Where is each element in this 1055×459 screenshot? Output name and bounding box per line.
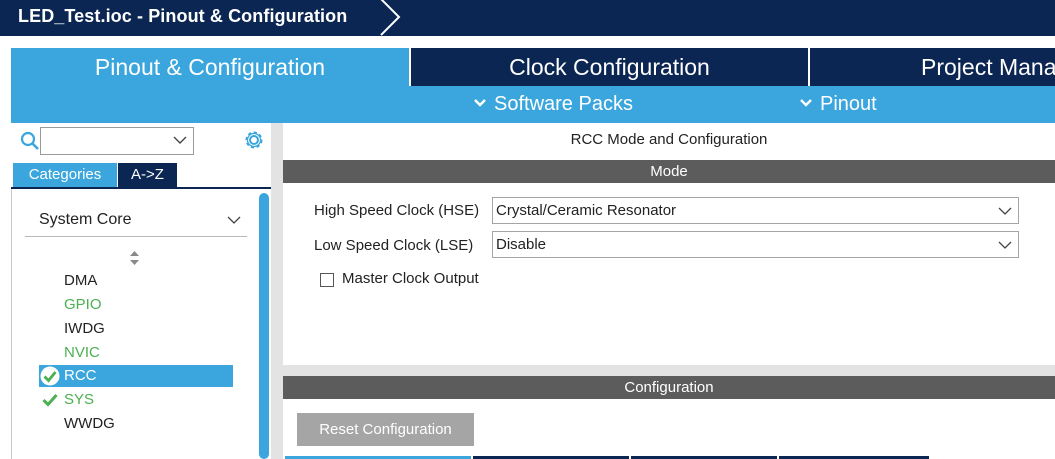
panel-splitter[interactable] [271,123,283,459]
lse-select[interactable]: Disable [492,231,1019,258]
hse-value: Crystal/Ceramic Resonator [496,202,677,219]
list-item-nvic[interactable]: NVIC [39,342,233,364]
chevron-down-icon[interactable] [998,207,1012,216]
list-item-label: NVIC [64,344,100,361]
tab-pinout-configuration[interactable]: Pinout & Configuration [11,48,409,86]
list-item-label: WWDG [64,415,115,432]
list-item-label: IWDG [64,320,105,337]
title-bar: LED_Test.ioc - Pinout & Configuration [0,0,1055,36]
master-clock-output-checkbox[interactable] [320,273,334,287]
list-item-dma[interactable]: DMA [39,270,233,292]
scrollbar[interactable] [259,193,269,459]
rcc-configuration-panel: RCC Mode and Configuration Mode High Spe… [283,123,1055,459]
lse-value: Disable [496,236,547,253]
list-item-label: GPIO [64,296,102,313]
check-circle-icon [40,366,60,386]
page-title: RCC Mode and Configuration [570,131,768,148]
pinout-menu[interactable]: Pinout [799,86,877,123]
group-system-core[interactable]: System Core [25,207,247,237]
breadcrumb-arrow-icon [380,0,401,36]
categories-panel: Categories A->Z System Core DMA GPIO IWD… [11,123,271,459]
chevron-down-icon[interactable] [227,216,241,225]
list-item-gpio[interactable]: GPIO [39,294,233,316]
list-item-sys[interactable]: SYS [39,389,233,411]
sub-toolbar: Software Packs Pinout [11,86,1055,123]
mode-section-header: Mode [283,160,1055,183]
chevron-down-icon[interactable] [173,136,187,145]
list-item-label: RCC [64,367,97,384]
tab-clock-configuration[interactable]: Clock Configuration [411,48,808,86]
tab-categories[interactable]: Categories [13,163,117,187]
group-label: System Core [39,211,132,228]
list-item-iwdg[interactable]: IWDG [39,318,233,340]
window-title: LED_Test.ioc - Pinout & Configuration [18,6,348,26]
hse-label: High Speed Clock (HSE) [314,202,480,219]
main-tabs: Pinout & Configuration Clock Configurati… [0,48,1055,86]
search-input[interactable] [40,127,194,155]
pinout-label: Pinout [820,93,877,115]
search-icon[interactable] [20,131,40,151]
section-divider [283,365,1055,376]
software-packs-label: Software Packs [494,93,633,115]
lse-label: Low Speed Clock (LSE) [314,237,474,254]
chevron-down-icon [474,99,486,107]
list-item-wwdg[interactable]: WWDG [39,413,233,435]
chevron-down-icon [800,99,812,107]
list-item-rcc[interactable]: RCC [39,365,233,387]
check-icon [42,393,58,407]
chevron-down-icon[interactable] [998,241,1012,250]
configuration-section-header: Configuration [283,376,1055,399]
list-item-label: SYS [64,391,95,408]
tab-project-manager[interactable]: Project Mana [810,48,1055,86]
software-packs-menu[interactable]: Software Packs [473,86,633,123]
sort-icon[interactable] [130,251,139,265]
gear-icon[interactable] [243,129,265,151]
master-clock-output-label: Master Clock Output [342,270,479,287]
reset-configuration-button[interactable]: Reset Configuration [297,413,474,446]
tab-a-to-z[interactable]: A->Z [118,163,177,187]
hse-select[interactable]: Crystal/Ceramic Resonator [492,197,1019,224]
list-item-label: DMA [64,272,98,289]
